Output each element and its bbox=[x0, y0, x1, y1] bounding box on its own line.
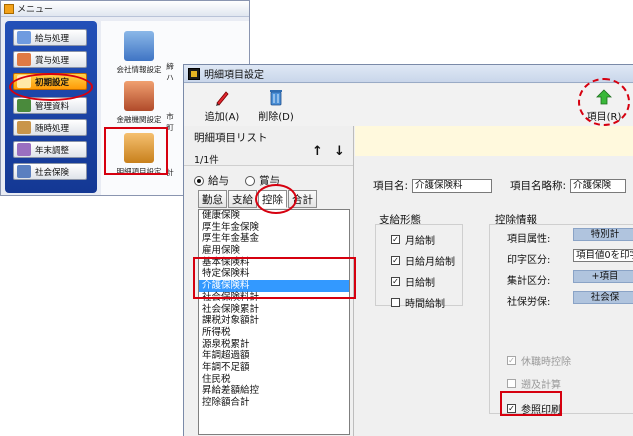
check-leave-deduct[interactable]: ✓ 休職時控除 bbox=[507, 353, 571, 368]
radio-salary[interactable]: 給与 bbox=[194, 173, 229, 188]
move-up-button[interactable]: ↑ bbox=[312, 144, 323, 159]
list-item[interactable]: 年調超過額 bbox=[199, 350, 349, 362]
dialog-titlebar: 明細項目設定 bbox=[184, 65, 633, 83]
adhoc-icon bbox=[17, 121, 31, 134]
checkbox: ✓ bbox=[391, 256, 400, 265]
insurance-label: 社保労保: bbox=[507, 297, 551, 308]
tab-attendance[interactable]: 勤怠 bbox=[198, 190, 227, 208]
move-down-button[interactable]: ↓ bbox=[334, 144, 345, 159]
bonus-icon bbox=[17, 53, 31, 66]
attribute-value: 特別計 bbox=[573, 228, 633, 241]
aggregate-class-value: +項目 bbox=[573, 270, 633, 283]
checkbox: ✓ bbox=[391, 235, 400, 244]
menu-window-title: メニュー bbox=[17, 5, 54, 15]
list-item[interactable]: 厚生年金保険 bbox=[199, 222, 349, 234]
check-daily-monthly[interactable]: ✓ 日給月給制 bbox=[391, 253, 455, 268]
list-item[interactable]: 厚生年金基金 bbox=[199, 233, 349, 245]
item-name-label: 項目名: bbox=[373, 180, 409, 192]
menu-adhoc-button[interactable]: 随時処理 bbox=[13, 119, 87, 136]
aggregate-class-label: 集計区分: bbox=[507, 276, 551, 287]
info-band bbox=[355, 126, 633, 156]
detail-item-settings-dialog: 明細項目設定 追加(A) 削除(D) 項目(R) 明細項目リスト 1/1件 ↑ … bbox=[183, 64, 633, 436]
bank-icon bbox=[124, 81, 154, 111]
highlight-deduction-tab bbox=[255, 184, 297, 214]
year-end-icon bbox=[17, 143, 31, 156]
dialog-title: 明細項目設定 bbox=[204, 70, 264, 81]
social-insurance-icon bbox=[17, 165, 31, 178]
print-class-select[interactable]: 項目値0を印字 bbox=[573, 249, 633, 262]
check-hourly[interactable]: 時間給制 bbox=[391, 295, 445, 310]
highlight-detail-item-tile bbox=[104, 127, 168, 175]
attribute-label: 項目属性: bbox=[507, 234, 551, 245]
check-monthly[interactable]: ✓ 月給制 bbox=[391, 232, 435, 247]
item-detail-panel: 項目名: 介護保険料 項目名略称: 介護保険 支給形態 ✓ 月給制 ✓ 日給月給… bbox=[355, 126, 633, 436]
highlight-item-button bbox=[578, 78, 630, 126]
tab-payment[interactable]: 支給 bbox=[228, 190, 257, 208]
list-title: 明細項目リスト bbox=[194, 132, 268, 144]
salary-icon bbox=[17, 31, 31, 44]
highlight-ref-print bbox=[500, 391, 562, 416]
toolbar: 追加(A) 削除(D) 項目(R) bbox=[184, 84, 633, 126]
list-item[interactable]: 源泉税累計 bbox=[199, 339, 349, 351]
item-name-row: 項目名: 介護保険料 項目名略称: 介護保険 bbox=[373, 178, 627, 193]
list-item[interactable]: 雇用保険 bbox=[199, 245, 349, 257]
add-button[interactable]: 追加(A) bbox=[202, 88, 242, 123]
checkbox: ✓ bbox=[391, 277, 400, 286]
list-item[interactable]: 控除額合計 bbox=[199, 397, 349, 409]
menu-category-panel: 給与処理 賞与処理 初期設定 管理資料 随時処理 年末調整 社会保険 bbox=[5, 21, 97, 193]
list-item[interactable]: 年調不足額 bbox=[199, 362, 349, 374]
menu-salary-button[interactable]: 給与処理 bbox=[13, 29, 87, 46]
list-item[interactable]: 住民税 bbox=[199, 374, 349, 386]
list-page-count: 1/1件 bbox=[194, 155, 219, 166]
list-item[interactable]: 昇給差額給控 bbox=[199, 385, 349, 397]
list-item[interactable]: 所得税 bbox=[199, 327, 349, 339]
list-header: 明細項目リスト 1/1件 ↑ ↓ bbox=[184, 126, 353, 166]
print-class-label: 印字区分: bbox=[507, 255, 551, 266]
trash-icon bbox=[270, 90, 282, 106]
pencil-icon bbox=[216, 91, 229, 106]
check-daily[interactable]: ✓ 日給制 bbox=[391, 274, 435, 289]
radio-dot bbox=[245, 175, 255, 186]
highlight-initial-settings bbox=[9, 73, 93, 101]
radio-dot-selected bbox=[194, 175, 204, 186]
tile-cut-1: 締ハ bbox=[166, 62, 174, 82]
checkbox: ✓ bbox=[507, 356, 516, 365]
delete-button[interactable]: 削除(D) bbox=[256, 88, 296, 123]
menu-year-end-button[interactable]: 年末調整 bbox=[13, 141, 87, 158]
highlight-insurance-items bbox=[193, 257, 356, 299]
menu-bonus-button[interactable]: 賞与処理 bbox=[13, 51, 87, 68]
reports-icon bbox=[17, 99, 31, 112]
item-short-input[interactable]: 介護保険 bbox=[570, 178, 627, 193]
insurance-value: 社会保 bbox=[573, 291, 633, 304]
list-item[interactable]: 課税対象額計 bbox=[199, 315, 349, 327]
item-short-label: 項目名略称: bbox=[510, 180, 567, 192]
menu-titlebar: メニュー bbox=[1, 1, 249, 17]
item-list[interactable]: 健康保険 厚生年金保険 厚生年金基金 雇用保険 基本保険料 特定保険料 介護保険料 社会保険料… bbox=[198, 209, 350, 435]
list-item[interactable]: 社会保険累計 bbox=[199, 304, 349, 316]
menu-app-icon bbox=[4, 3, 14, 14]
item-name-input[interactable]: 介護保険料 bbox=[412, 178, 493, 193]
menu-social-insurance-button[interactable]: 社会保険 bbox=[13, 163, 87, 180]
app-icon bbox=[188, 67, 200, 80]
monitor-icon bbox=[124, 31, 154, 61]
checkbox bbox=[507, 379, 516, 388]
checkbox bbox=[391, 298, 400, 307]
check-retro-calc[interactable]: 遡及計算 bbox=[507, 376, 561, 391]
